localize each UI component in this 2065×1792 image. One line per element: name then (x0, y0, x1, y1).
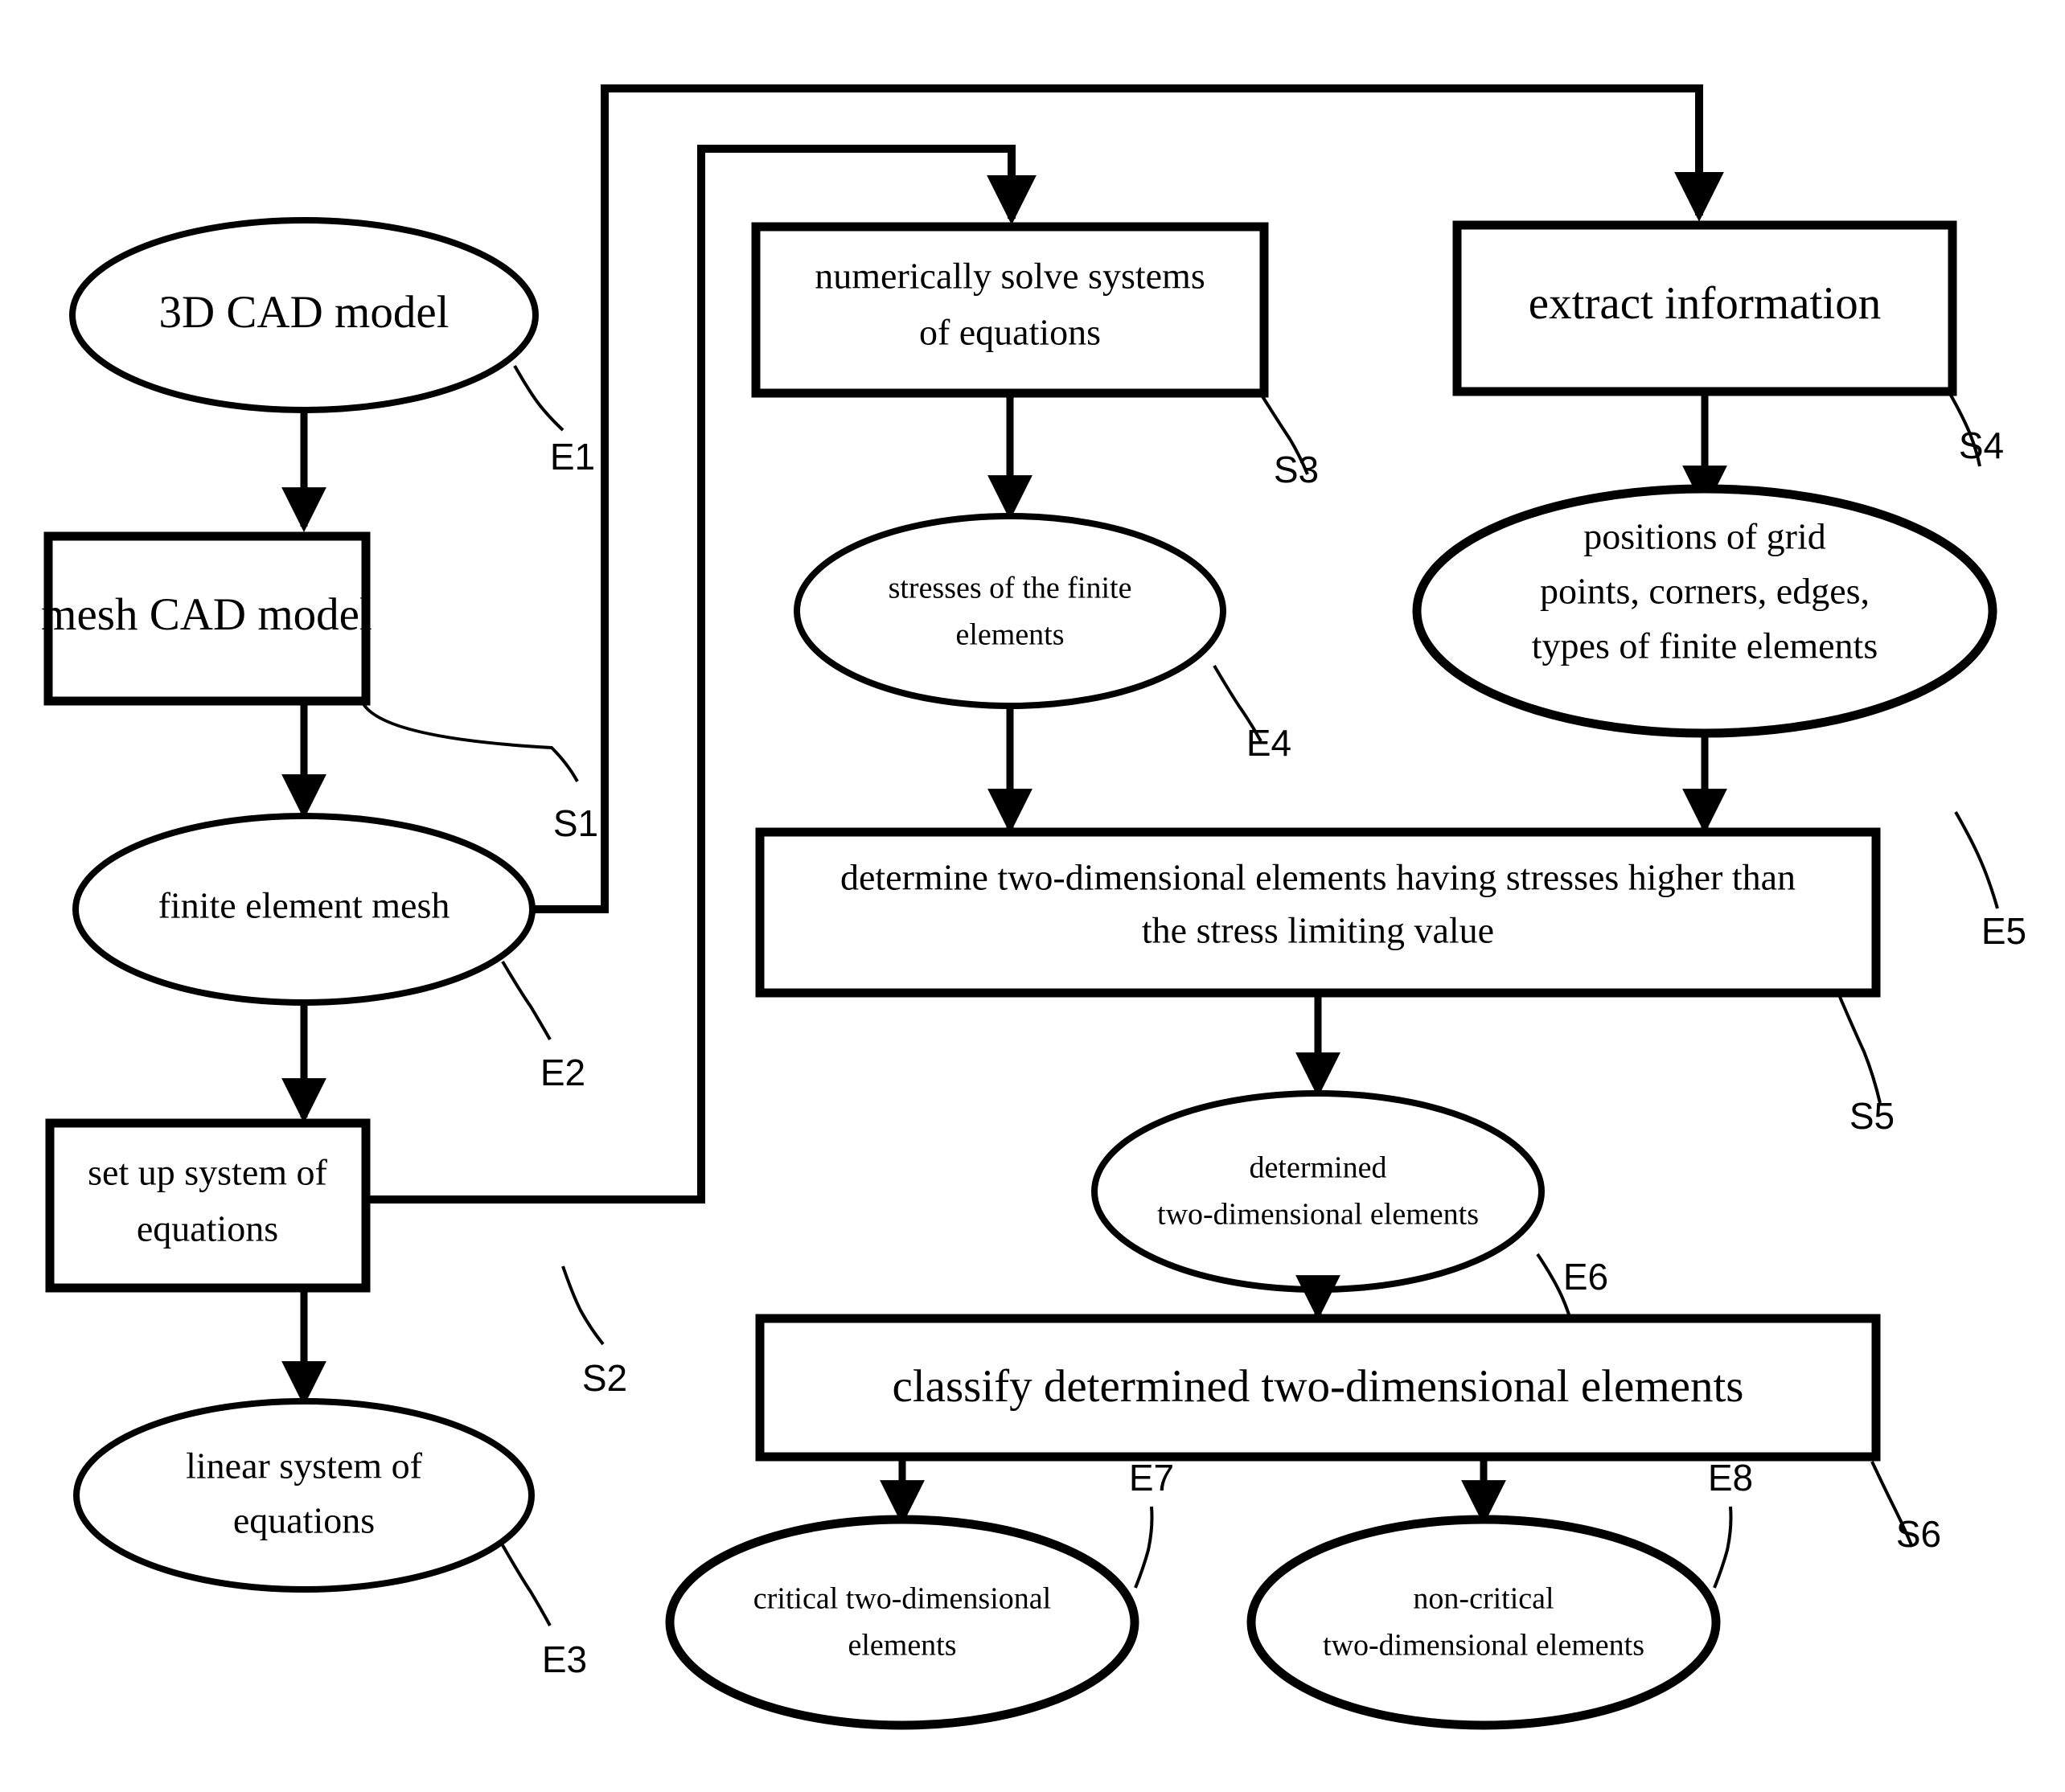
node-label-critical-line1: critical two-dimensional (753, 1582, 1051, 1616)
node-critical-two-dimensional-elements[interactable]: critical two-dimensional elements (665, 1515, 1139, 1730)
leader-e5 (1954, 811, 1999, 909)
node-label-classify-determined-elements: classify determined two-dimensional elem… (893, 1361, 1744, 1412)
node-label-3d-cad-model: 3D CAD model (159, 287, 450, 338)
flowchart-diagram: 3D CAD model E1 mesh CAD model S1 finite… (41, 84, 2026, 1730)
ellipse-non-critical-two-dimensional-elements (1246, 1515, 1721, 1730)
node-numerically-solve[interactable]: numerically solve systems of equations (751, 222, 1269, 398)
ellipse-determined-two-dimensional-elements (1091, 1090, 1545, 1293)
node-finite-element-mesh[interactable]: finite element mesh (72, 813, 536, 1006)
ref-label-s2: S2 (582, 1357, 627, 1399)
ref-label-e4: E4 (1246, 722, 1291, 764)
leader-s5 (1838, 996, 1882, 1104)
node-determine-two-dimensional-elements[interactable]: determine two-dimensional elements havin… (755, 827, 1881, 998)
ref-label-e1: E1 (550, 436, 595, 478)
node-label-numerically-solve-line2: of equations (919, 312, 1101, 353)
node-mesh-cad-model[interactable]: mesh CAD model (41, 531, 372, 706)
node-label-positions-line1: positions of grid (1583, 516, 1826, 557)
node-linear-system-of-equations[interactable]: linear system of equations (73, 1398, 535, 1593)
node-label-non-critical-line1: non-critical (1413, 1582, 1554, 1616)
node-label-set-up-system-line1: set up system of (88, 1152, 327, 1193)
node-label-numerically-solve-line1: numerically solve systems (815, 256, 1205, 297)
node-label-set-up-system-line2: equations (137, 1208, 278, 1249)
node-label-non-critical-line2: two-dimensional elements (1323, 1629, 1644, 1663)
node-label-linear-system-line2: equations (233, 1500, 375, 1541)
ellipse-critical-two-dimensional-elements (665, 1515, 1139, 1730)
node-label-finite-element-mesh: finite element mesh (158, 885, 450, 926)
node-classify-determined-elements[interactable]: classify determined two-dimensional elem… (755, 1314, 1881, 1462)
leader-s2 (561, 1265, 605, 1346)
ref-label-s4: S4 (1959, 424, 2004, 466)
rect-set-up-system-of-equations (45, 1118, 371, 1293)
node-extract-information[interactable]: extract information (1452, 220, 1957, 396)
node-3d-cad-model[interactable]: 3D CAD model (69, 217, 539, 413)
rect-numerically-solve (751, 222, 1269, 398)
node-label-positions-line3: types of finite elements (1532, 625, 1878, 666)
node-label-linear-system-line1: linear system of (186, 1445, 422, 1486)
leader-e1 (513, 365, 564, 432)
connector-e2-to-s4 (531, 84, 1724, 913)
ref-label-s3: S3 (1274, 449, 1319, 490)
ellipse-stresses-of-finite-elements (794, 513, 1226, 709)
ellipse-linear-system-of-equations (73, 1398, 535, 1593)
ref-label-e8: E8 (1708, 1457, 1753, 1499)
leader-e8 (1713, 1506, 1733, 1589)
node-set-up-system-of-equations[interactable]: set up system of equations (45, 1118, 371, 1293)
node-label-stresses-line2: elements (955, 618, 1064, 652)
ref-label-s6: S6 (1896, 1513, 1941, 1555)
leader-e7 (1134, 1506, 1154, 1589)
leader-s1 (360, 700, 579, 782)
ref-label-e6: E6 (1563, 1256, 1608, 1298)
ref-label-s5: S5 (1849, 1095, 1895, 1137)
ref-label-e3: E3 (542, 1638, 587, 1680)
node-label-determine-line1: determine two-dimensional elements havin… (840, 857, 1796, 898)
ref-label-e5: E5 (1981, 910, 2026, 952)
node-label-stresses-line1: stresses of the finite (889, 572, 1132, 605)
node-label-mesh-cad-model: mesh CAD model (41, 589, 372, 640)
node-label-determine-line2: the stress limiting value (1142, 910, 1494, 951)
ref-label-s1: S1 (553, 802, 598, 844)
node-positions-of-grid-points[interactable]: positions of grid points, corners, edges… (1412, 484, 1997, 738)
node-label-positions-line2: points, corners, edges, (1540, 571, 1870, 612)
node-label-critical-line2: elements (848, 1629, 956, 1663)
node-determined-two-dimensional-elements[interactable]: determined two-dimensional elements (1091, 1090, 1545, 1293)
flowchart-canvas: 3D CAD model E1 mesh CAD model S1 finite… (0, 0, 2065, 1792)
node-non-critical-two-dimensional-elements[interactable]: non-critical two-dimensional elements (1246, 1515, 1721, 1730)
ref-label-e7: E7 (1129, 1457, 1174, 1499)
node-label-extract-information: extract information (1529, 278, 1881, 329)
node-label-determined-line2: two-dimensional elements (1157, 1198, 1479, 1232)
ref-label-e2: E2 (540, 1052, 585, 1093)
node-stresses-of-finite-elements[interactable]: stresses of the finite elements (794, 513, 1226, 709)
node-label-determined-line1: determined (1250, 1151, 1387, 1185)
leader-e2 (501, 960, 552, 1040)
leader-e3 (501, 1544, 552, 1626)
